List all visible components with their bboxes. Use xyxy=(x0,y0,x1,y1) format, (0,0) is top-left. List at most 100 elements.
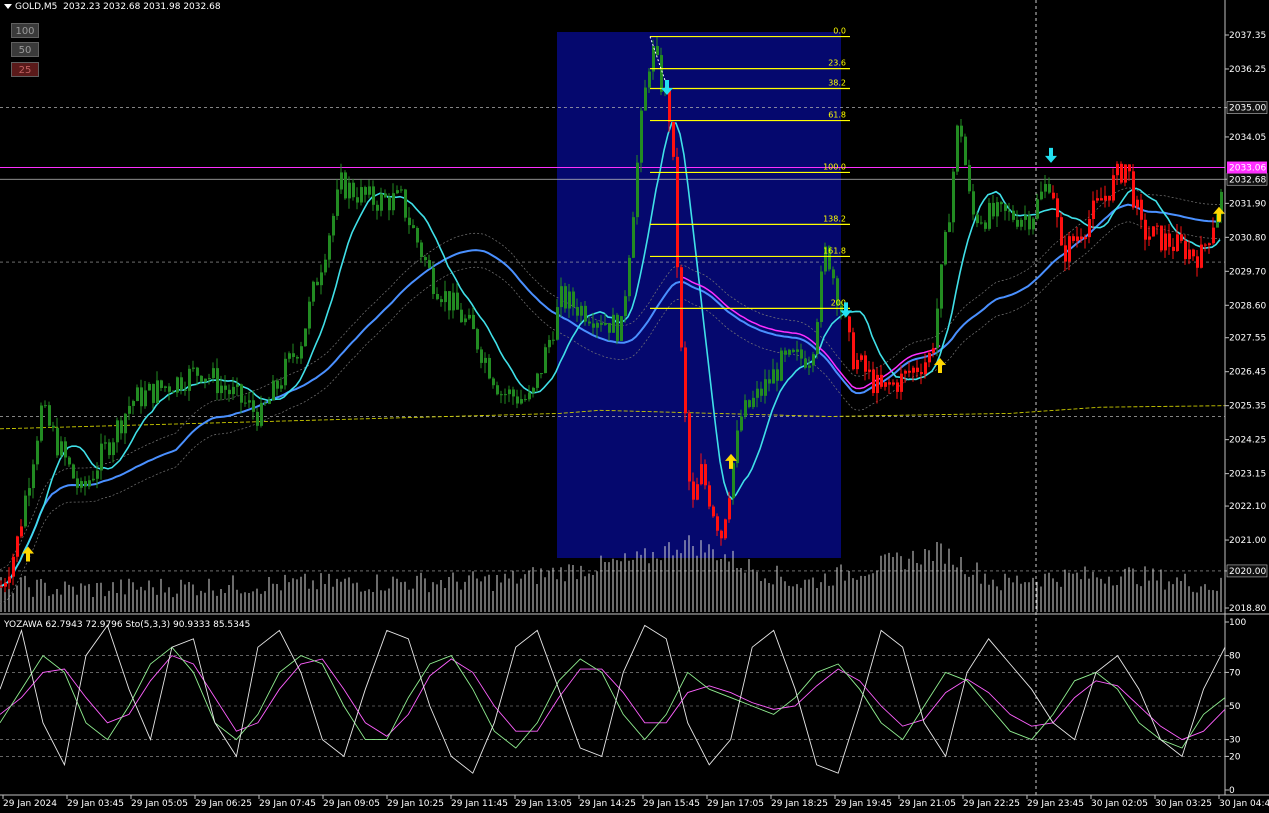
candle-body xyxy=(1024,215,1027,220)
candle-body xyxy=(980,222,983,224)
candle-body xyxy=(920,372,923,375)
highlight-price-label: 2033.06 xyxy=(1229,164,1266,174)
candle-body xyxy=(1152,226,1155,237)
candle-body xyxy=(68,457,71,465)
candle-body xyxy=(72,464,75,479)
candle-body xyxy=(716,516,719,531)
candle-body xyxy=(904,370,907,374)
time-label: 29 Jan 13:05 xyxy=(515,799,572,809)
candle-body xyxy=(948,222,951,232)
candle-body xyxy=(972,191,975,215)
chart-canvas[interactable]: 0.023.638.261.8100.0138.2161.8200 2037.3… xyxy=(0,0,1269,813)
osc-axis-label: 100 xyxy=(1229,618,1246,628)
candle-body xyxy=(460,309,463,323)
zoom-100-button[interactable]: 100 xyxy=(11,23,39,38)
candle-body xyxy=(632,217,635,258)
candle-body xyxy=(700,464,703,485)
time-label: 29 Jan 15:45 xyxy=(643,799,700,809)
candle-body xyxy=(224,385,227,390)
candle-body xyxy=(1060,217,1063,246)
candle-body xyxy=(52,425,55,428)
candle-body xyxy=(92,478,95,481)
fib-level-label: 200 xyxy=(831,298,846,307)
candle-body xyxy=(556,307,559,340)
candle-body xyxy=(364,187,367,195)
candle-body xyxy=(1172,246,1175,251)
candle-body xyxy=(940,264,943,309)
candle-body xyxy=(548,339,551,348)
candle-body xyxy=(312,281,315,302)
candle-body xyxy=(60,441,63,456)
candle-body xyxy=(252,400,255,412)
candle-body xyxy=(156,380,159,403)
candle-body xyxy=(400,189,403,191)
candle-body xyxy=(944,231,947,265)
candle-body xyxy=(900,373,903,392)
candle-body xyxy=(396,190,399,194)
candle-body xyxy=(964,136,967,166)
zoom-25-button[interactable]: 25 xyxy=(11,62,39,77)
candle-body xyxy=(1056,198,1059,218)
candle-body xyxy=(1212,227,1215,244)
candle-body xyxy=(868,369,871,372)
candle-body xyxy=(492,378,495,386)
candle-body xyxy=(1092,200,1095,219)
candle-body xyxy=(800,349,803,359)
candle-body xyxy=(1048,184,1051,193)
time-label: 29 Jan 23:45 xyxy=(1027,799,1084,809)
candle-body xyxy=(1144,219,1147,240)
candle-body xyxy=(1096,198,1099,201)
candle-body xyxy=(952,171,955,223)
candle-body xyxy=(796,349,799,352)
candle-body xyxy=(420,242,423,258)
price-label: 2036.25 xyxy=(1229,65,1266,75)
candle-body xyxy=(692,481,695,500)
candle-body xyxy=(696,484,699,500)
candle-body xyxy=(0,586,3,588)
candle-body xyxy=(784,350,787,355)
candle-body xyxy=(124,413,127,434)
menu-triangle-icon[interactable] xyxy=(4,4,12,9)
candle-body xyxy=(76,478,79,488)
candle-body xyxy=(924,362,927,375)
candle-body xyxy=(1168,233,1171,247)
candle-body xyxy=(608,322,611,333)
candle-body xyxy=(932,348,935,353)
candle-body xyxy=(484,357,487,363)
candle-body xyxy=(220,385,223,394)
candle-body xyxy=(164,386,167,388)
candle-body xyxy=(1200,244,1203,268)
stoch-signal-line xyxy=(0,655,1226,741)
price-label: 2034.05 xyxy=(1229,133,1266,143)
candle-body xyxy=(504,394,507,396)
zoom-50-button[interactable]: 50 xyxy=(11,42,39,57)
candle-body xyxy=(816,322,819,355)
price-label: 2024.25 xyxy=(1229,436,1266,446)
candle-body xyxy=(768,379,771,384)
price-label: 2023.15 xyxy=(1229,470,1266,480)
candle-body xyxy=(272,380,275,401)
candle-body xyxy=(100,443,103,471)
candle-body xyxy=(388,197,391,211)
candle-body xyxy=(756,388,759,398)
candle-body xyxy=(216,368,219,394)
candle-body xyxy=(1016,219,1019,227)
candle-body xyxy=(204,378,207,382)
price-label: 2032.68 xyxy=(1229,175,1266,185)
candle-body xyxy=(916,367,919,373)
candle-body xyxy=(708,485,711,507)
candle-body xyxy=(592,323,595,328)
candle-body xyxy=(936,308,939,349)
time-label: 30 Jan 03:25 xyxy=(1155,799,1212,809)
candle-body xyxy=(36,440,39,465)
candle-body xyxy=(928,352,931,363)
candle-body xyxy=(392,193,395,211)
candle-body xyxy=(804,358,807,368)
candle-body xyxy=(276,380,279,389)
candle-body xyxy=(752,397,755,408)
candle-body xyxy=(580,305,583,316)
time-label: 29 Jan 07:45 xyxy=(259,799,316,809)
stoch-main-line xyxy=(0,646,1226,749)
candle-body xyxy=(688,413,691,482)
candle-body xyxy=(1128,164,1131,172)
